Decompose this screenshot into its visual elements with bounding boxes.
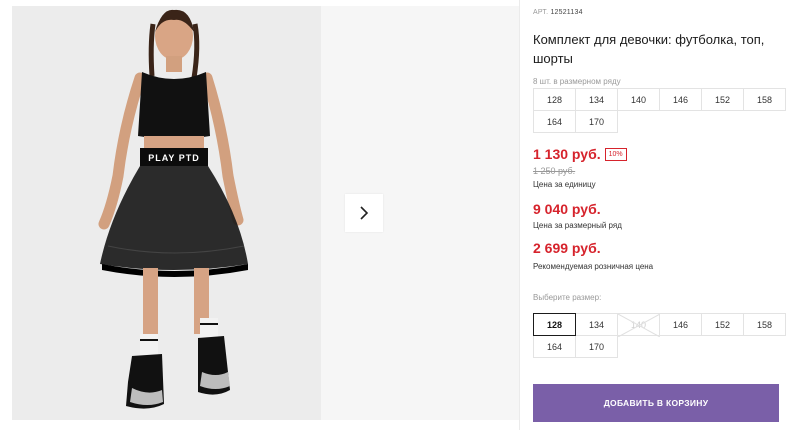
panel-divider: [519, 0, 520, 430]
retail-price: 2 699 руб.: [533, 240, 601, 256]
discount-badge: 10%: [604, 147, 627, 161]
range-size-cell: 164: [533, 110, 576, 133]
product-gallery: PLAY PTD: [0, 0, 520, 430]
size-option-170[interactable]: 170: [575, 335, 618, 358]
size-picker-grid: 128 134 140 146 152 158 164 170: [533, 313, 786, 358]
next-image-button[interactable]: [345, 194, 383, 232]
add-to-cart-button[interactable]: ДОБАВИТЬ В КОРЗИНУ: [533, 384, 779, 422]
range-size-cell: 170: [575, 110, 618, 133]
range-size-cell: 134: [575, 88, 618, 111]
size-range-grid: 128 134 140 146 152 158 164 170: [533, 88, 786, 133]
article-number: АРТ. 12521134: [533, 9, 583, 16]
article-value: 12521134: [550, 9, 583, 16]
size-option-146[interactable]: 146: [659, 313, 702, 336]
product-info-panel: АРТ. 12521134 Комплект для девочки: футб…: [533, 0, 793, 430]
range-price-caption: Цена за размерный ряд: [533, 221, 622, 230]
retail-price-caption: Рекомендуемая розничная цена: [533, 262, 654, 271]
size-option-134[interactable]: 134: [575, 313, 618, 336]
range-price: 9 040 руб.: [533, 201, 601, 217]
article-label: АРТ.: [533, 9, 549, 16]
product-title: Комплект для девочки: футболка, топ, шор…: [533, 32, 765, 66]
choose-size-caption: Выберите размер:: [533, 293, 602, 302]
size-option-158[interactable]: 158: [743, 313, 786, 336]
size-option-164[interactable]: 164: [533, 335, 576, 358]
old-price: 1 250 руб.: [533, 166, 576, 176]
size-option-152[interactable]: 152: [701, 313, 744, 336]
size-option-128[interactable]: 128: [533, 313, 576, 336]
shirt-print-text: PLAY PTD: [148, 153, 200, 163]
unit-price-caption: Цена за единицу: [533, 180, 596, 189]
unavailable-cross-icon: [618, 314, 660, 337]
range-size-cell: 158: [743, 88, 786, 111]
size-option-140-unavailable: 140: [617, 313, 660, 337]
range-size-cell: 146: [659, 88, 702, 111]
size-range-caption: 8 шт. в размерном ряду: [533, 77, 621, 86]
range-size-cell: 140: [617, 88, 660, 111]
range-size-cell: 128: [533, 88, 576, 111]
product-photo[interactable]: PLAY PTD: [12, 6, 321, 420]
unit-price-row: 1 130 руб. 10%: [533, 146, 627, 162]
range-size-cell: 152: [701, 88, 744, 111]
unit-price: 1 130 руб.: [533, 146, 601, 162]
chevron-right-icon: [360, 206, 369, 220]
girl-illustration: PLAY PTD: [12, 6, 321, 420]
